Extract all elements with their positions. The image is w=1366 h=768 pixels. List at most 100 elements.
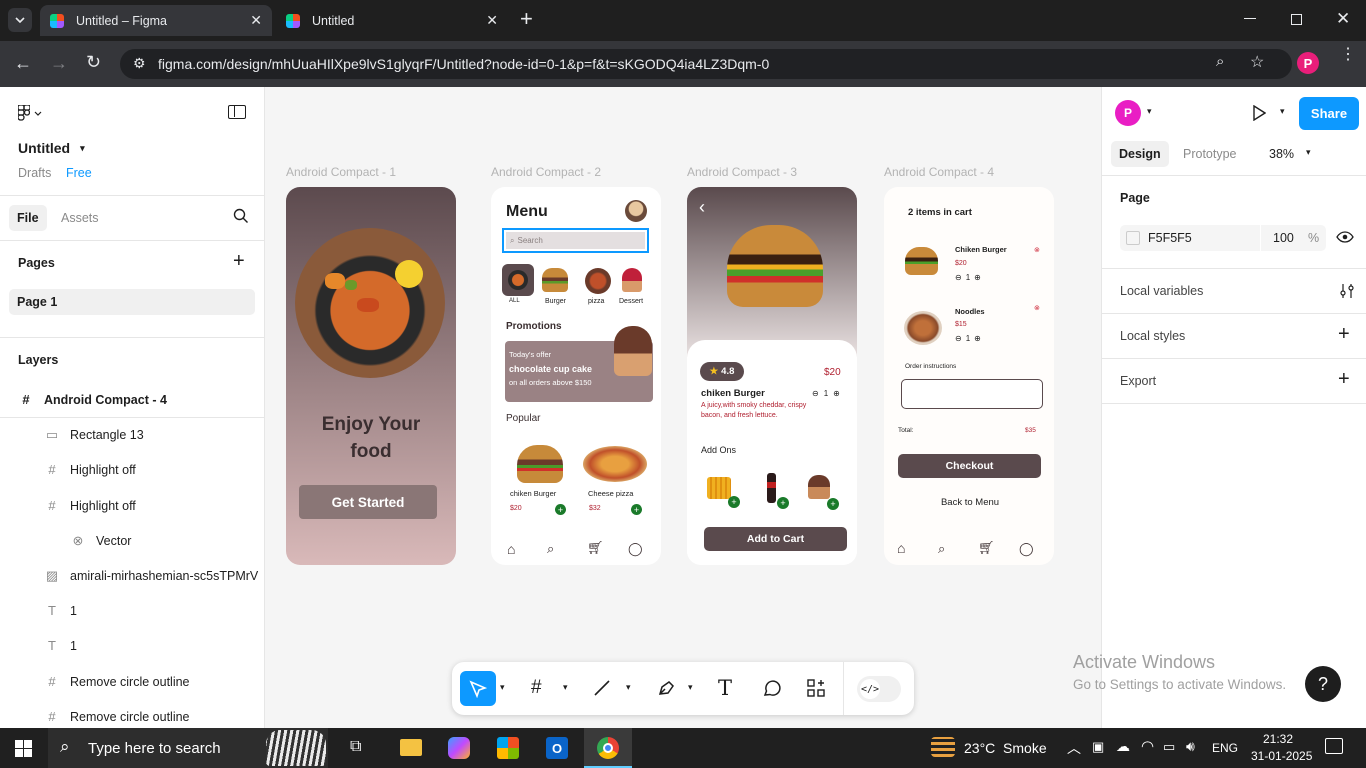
chevron-down-icon[interactable]: ▾ (1147, 106, 1152, 117)
move-tool[interactable] (460, 671, 496, 706)
tab-prototype[interactable]: Prototype (1183, 147, 1237, 161)
quantity-stepper[interactable]: ⊖ 1 ⊕ (955, 273, 981, 282)
chevron-down-icon[interactable]: ▾ (626, 682, 631, 693)
restore-icon[interactable] (1291, 14, 1302, 25)
panel-toggle-icon[interactable] (228, 105, 246, 119)
store-icon[interactable] (497, 737, 519, 759)
frame-label[interactable]: Android Compact - 2 (491, 165, 601, 179)
browser-menu-icon[interactable]: ⋮ (1340, 47, 1356, 63)
highlight-off-icon[interactable]: ⊗ (1034, 246, 1040, 254)
close-window-icon[interactable]: ✕ (1336, 9, 1350, 29)
local-variables[interactable]: Local variables (1120, 284, 1203, 298)
back-to-menu-link[interactable]: Back to Menu (884, 497, 1054, 508)
chrome-active-icon[interactable] (584, 728, 632, 768)
volume-icon[interactable]: 🔊︎ (1186, 738, 1195, 755)
present-play-icon[interactable] (1252, 105, 1266, 121)
layer-item[interactable]: # Remove circle outline (0, 664, 264, 699)
profile-avatar[interactable]: P (1297, 52, 1319, 74)
add-circle-icon[interactable]: ⊕ (833, 389, 840, 398)
frame-label[interactable]: Android Compact - 1 (286, 165, 396, 179)
profile-icon[interactable]: ◯ (1019, 541, 1034, 557)
clock-date[interactable]: 31-01-2025 (1251, 749, 1312, 763)
category-all[interactable] (502, 264, 534, 296)
quantity-stepper[interactable]: ⊖ 1 ⊕ (955, 334, 981, 343)
android-compact-1-frame[interactable]: Enjoy Your food Get Started (286, 187, 456, 565)
share-button[interactable]: Share (1299, 97, 1359, 130)
tab-figma[interactable]: Untitled – Figma ✕ (40, 5, 272, 36)
variables-settings-icon[interactable] (1340, 283, 1354, 299)
outlook-icon[interactable]: O (546, 737, 568, 759)
chevron-down-icon[interactable]: ▾ (563, 682, 568, 693)
clock-time[interactable]: 21:32 (1263, 732, 1293, 746)
checkout-button[interactable]: Checkout (898, 454, 1041, 478)
add-export-icon[interactable]: + (1338, 368, 1350, 391)
export-section[interactable]: Export (1120, 374, 1156, 388)
category-burger[interactable] (542, 268, 568, 292)
local-styles[interactable]: Local styles (1120, 329, 1185, 343)
android-compact-4-frame[interactable]: 2 items in cart Chiken Burger $20 ⊖ 1 ⊕ ⊗ … (884, 187, 1054, 565)
search-input[interactable]: ⌕ Search (502, 228, 649, 253)
network-status-icon[interactable]: ☁ (1116, 738, 1130, 755)
android-compact-2-frame[interactable]: Menu ⌕ Search ALL Burger pizza Dessert Pr… (491, 187, 661, 565)
remove-circle-icon[interactable]: ⊖ (955, 334, 962, 343)
chevron-down-icon[interactable]: ▾ (688, 682, 693, 693)
plan-badge[interactable]: Free (66, 166, 92, 180)
battery-icon[interactable]: ▭ (1163, 739, 1175, 755)
profile-icon[interactable]: ◯ (628, 541, 643, 557)
remove-circle-icon[interactable]: ⊖ (955, 273, 962, 282)
instructions-field[interactable] (901, 379, 1043, 409)
page-item[interactable]: Page 1 (9, 289, 255, 315)
file-explorer-icon[interactable] (400, 739, 422, 756)
help-button[interactable]: ? (1305, 666, 1341, 702)
minimize-icon[interactable] (1244, 18, 1256, 19)
tab-search-button[interactable] (8, 8, 32, 32)
frame-label[interactable]: Android Compact - 3 (687, 165, 797, 179)
quantity-stepper[interactable]: ⊖ 1 ⊕ (812, 389, 840, 398)
zoom-level[interactable]: 38% ▾ (1269, 147, 1311, 161)
add-addon-button[interactable]: + (728, 496, 740, 508)
add-item-button[interactable]: + (631, 504, 642, 515)
layer-item[interactable]: # Highlight off (0, 488, 264, 523)
layer-item[interactable]: ▨ amirali-mirhashemian-sc5sTPMrV (0, 558, 264, 593)
weather-text[interactable]: 23°C Smoke (964, 740, 1047, 756)
home-icon[interactable]: ⌂ (507, 541, 515, 557)
line-tool-icon[interactable] (593, 679, 611, 697)
tab-design[interactable]: Design (1111, 141, 1169, 167)
page-bg-field[interactable]: F5F5F5 100 % (1120, 225, 1326, 251)
pen-tool-icon[interactable] (657, 679, 675, 697)
chevron-down-icon[interactable]: ▾ (1280, 106, 1285, 117)
comment-tool-icon[interactable] (762, 679, 781, 698)
add-circle-icon[interactable]: ⊕ (974, 273, 981, 282)
close-icon[interactable]: ✕ (486, 12, 498, 29)
zoom-icon[interactable]: ⌕ (1216, 53, 1224, 70)
chevron-up-icon[interactable]: ︿ (1067, 738, 1081, 758)
figma-menu-icon[interactable] (18, 105, 42, 121)
cart-icon[interactable]: 🛒︎ (587, 540, 604, 556)
meet-now-icon[interactable]: ▣ (1092, 739, 1104, 755)
task-view-icon[interactable]: ⧉ (350, 738, 361, 756)
windows-start-icon[interactable] (15, 740, 32, 757)
search-icon[interactable]: ⌕ (547, 541, 554, 557)
bookmark-star-icon[interactable]: ☆ (1250, 52, 1264, 72)
new-tab-icon[interactable]: + (520, 8, 533, 30)
notifications-icon[interactable] (1325, 738, 1343, 754)
layer-item[interactable]: T 1 (0, 628, 264, 663)
tab-assets[interactable]: Assets (61, 211, 99, 225)
layer-item[interactable]: T 1 (0, 593, 264, 628)
copilot-icon[interactable] (448, 737, 470, 759)
forward-icon[interactable]: → (50, 53, 68, 74)
back-icon[interactable]: ← (14, 53, 32, 74)
layer-item[interactable]: ⊗ Vector (0, 523, 264, 558)
weather-icon[interactable] (931, 737, 955, 757)
drafts-label[interactable]: Drafts (18, 166, 51, 180)
back-arrow-icon[interactable]: ‹ (699, 197, 705, 218)
tab-untitled[interactable]: Untitled ✕ (276, 5, 508, 36)
get-started-button[interactable]: Get Started (299, 485, 437, 519)
layer-item[interactable]: # Highlight off (0, 452, 264, 487)
add-page-icon[interactable]: + (233, 250, 245, 273)
close-icon[interactable]: ✕ (250, 12, 262, 29)
wifi-icon[interactable]: ◠ (1141, 737, 1154, 755)
add-addon-button[interactable]: + (827, 498, 839, 510)
tab-file[interactable]: File (9, 205, 47, 231)
taskbar-search[interactable]: ⌕ Type here to search (48, 728, 328, 768)
